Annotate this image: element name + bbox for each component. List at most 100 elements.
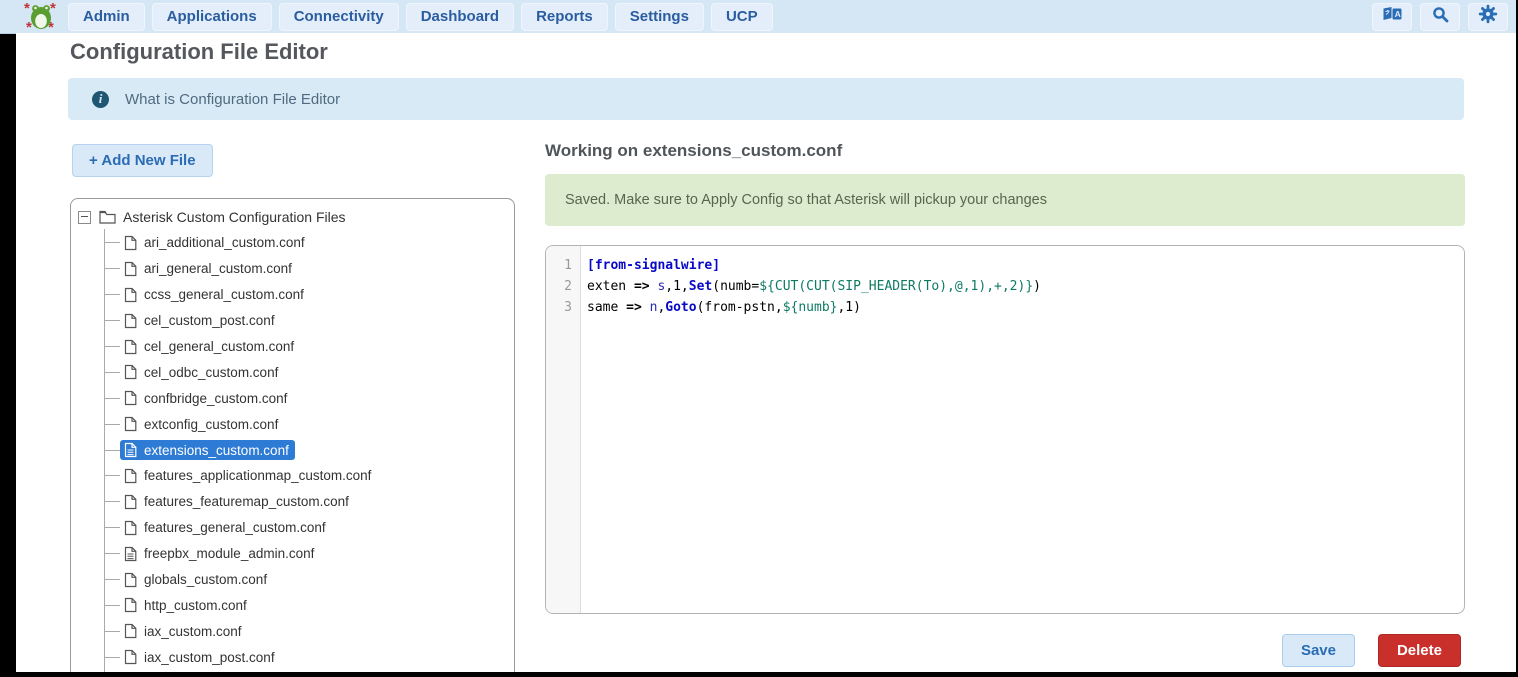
code-line-3: same => n,Goto(from-pstn,${numb},1) xyxy=(587,297,1464,318)
file-name-label: features_featuremap_custom.conf xyxy=(144,494,349,509)
line-number: 1 xyxy=(546,255,580,276)
tree-branch-line xyxy=(104,657,120,658)
tree-branch-line xyxy=(104,398,120,399)
tree-file-ccss_general_custom.conf[interactable]: ccss_general_custom.conf xyxy=(71,282,514,308)
svg-text:*: * xyxy=(26,19,32,31)
tree-file-extensions_custom.conf[interactable]: extensions_custom.conf xyxy=(71,437,514,463)
tree-file-http_custom.conf[interactable]: http_custom.conf xyxy=(71,592,514,618)
file-name-label: features_applicationmap_custom.conf xyxy=(144,468,371,483)
line-number: 3 xyxy=(546,297,580,318)
info-banner[interactable]: i What is Configuration File Editor xyxy=(68,78,1464,120)
tree-file-cel_odbc_custom.conf[interactable]: cel_odbc_custom.conf xyxy=(71,359,514,385)
file-icon xyxy=(124,520,137,536)
tree-branch-line xyxy=(104,605,120,606)
tree-file-freepbx_module_admin.conf[interactable]: freepbx_module_admin.conf xyxy=(71,541,514,567)
tree-file-iax_custom_post.conf[interactable]: iax_custom_post.conf xyxy=(71,644,514,670)
tree-file-features_applicationmap_custom.conf[interactable]: features_applicationmap_custom.conf xyxy=(71,463,514,489)
nav-item-reports[interactable]: Reports xyxy=(521,3,608,31)
tree-file-cel_general_custom.conf[interactable]: cel_general_custom.conf xyxy=(71,334,514,360)
svg-text:A: A xyxy=(1394,9,1400,19)
gear-icon xyxy=(1478,4,1498,29)
file-icon xyxy=(124,390,137,406)
tree-branch-line xyxy=(104,372,120,373)
code-line-2: exten => s,1,Set(numb=${CUT(CUT(SIP_HEAD… xyxy=(587,276,1464,297)
tree-branch-line xyxy=(104,294,120,295)
tree-branch-line xyxy=(104,475,120,476)
tree-file-ari_general_custom.conf[interactable]: ari_general_custom.conf xyxy=(71,256,514,282)
tree-file-features_featuremap_custom.conf[interactable]: features_featuremap_custom.conf xyxy=(71,489,514,515)
file-name-label: features_general_custom.conf xyxy=(144,520,326,535)
tree-branch-line xyxy=(104,320,120,321)
freepbx-logo[interactable]: * * * * xyxy=(24,2,58,31)
editor-code-area[interactable]: [from-signalwire]exten => s,1,Set(numb=$… xyxy=(581,246,1464,613)
file-icon xyxy=(124,623,137,639)
file-icon xyxy=(124,313,137,329)
folder-icon xyxy=(99,210,116,224)
nav-item-connectivity[interactable]: Connectivity xyxy=(279,3,399,31)
translate-button[interactable]: A xyxy=(1372,3,1412,31)
file-name-label: http_custom.conf xyxy=(144,598,247,613)
editor-action-buttons: Save Delete xyxy=(545,634,1465,665)
file-name-label: ccss_general_custom.conf xyxy=(144,287,304,302)
tree-file-iax_custom.conf[interactable]: iax_custom.conf xyxy=(71,618,514,644)
main-content: Configuration File Editor i What is Conf… xyxy=(16,33,1516,672)
nav-item-dashboard[interactable]: Dashboard xyxy=(406,3,514,31)
file-name-label: ari_additional_custom.conf xyxy=(144,235,305,250)
editor-line-numbers: 123 xyxy=(546,246,581,613)
tree-branch-line xyxy=(104,579,120,580)
tree-file-globals_custom.conf[interactable]: globals_custom.conf xyxy=(71,567,514,593)
file-name-label: ari_general_custom.conf xyxy=(144,261,292,276)
file-icon xyxy=(124,261,137,277)
config-file-editor: 123 [from-signalwire]exten => s,1,Set(nu… xyxy=(545,245,1465,614)
saved-alert: Saved. Make sure to Apply Config so that… xyxy=(545,174,1465,226)
nav-item-settings[interactable]: Settings xyxy=(615,3,704,31)
file-icon xyxy=(124,468,137,484)
info-banner-text: What is Configuration File Editor xyxy=(125,91,340,108)
tree-file-cel_custom_post.conf[interactable]: cel_custom_post.conf xyxy=(71,308,514,334)
tree-branch-line xyxy=(104,450,120,451)
nav-item-applications[interactable]: Applications xyxy=(152,3,272,31)
tree-branch-line xyxy=(104,242,120,243)
tree-collapse-icon[interactable] xyxy=(78,211,91,224)
page-title: Configuration File Editor xyxy=(70,39,328,65)
tree-file-confbridge_custom.conf[interactable]: confbridge_custom.conf xyxy=(71,385,514,411)
tree-file-extconfig_custom.conf[interactable]: extconfig_custom.conf xyxy=(71,411,514,437)
tree-file-ari_additional_custom.conf[interactable]: ari_additional_custom.conf xyxy=(71,230,514,256)
file-name-label: extensions_custom.conf xyxy=(144,443,289,458)
file-icon xyxy=(124,339,137,355)
search-button[interactable] xyxy=(1420,3,1460,31)
tree-file-partial[interactable] xyxy=(71,670,514,672)
add-new-file-button[interactable]: + Add New File xyxy=(72,144,213,177)
tree-branch-line xyxy=(104,527,120,528)
svg-text:*: * xyxy=(24,2,30,17)
tree-root-label: Asterisk Custom Configuration Files xyxy=(123,209,346,225)
file-name-label: iax_custom_post.conf xyxy=(144,650,275,665)
line-number: 2 xyxy=(546,276,580,297)
tree-root-node[interactable]: Asterisk Custom Configuration Files xyxy=(71,204,514,230)
file-icon xyxy=(124,494,137,510)
code-line-1: [from-signalwire] xyxy=(587,255,1464,276)
file-icon xyxy=(124,287,137,303)
delete-button[interactable]: Delete xyxy=(1378,634,1461,667)
file-icon xyxy=(124,416,137,432)
tree-file-features_general_custom.conf[interactable]: features_general_custom.conf xyxy=(71,515,514,541)
nav-item-ucp[interactable]: UCP xyxy=(711,3,773,31)
file-icon xyxy=(124,649,137,665)
file-name-label: freepbx_module_admin.conf xyxy=(144,546,314,561)
save-button[interactable]: Save xyxy=(1282,634,1355,667)
nav-item-admin[interactable]: Admin xyxy=(68,3,145,31)
file-name-label: cel_custom_post.conf xyxy=(144,313,275,328)
tree-branch-line xyxy=(104,268,120,269)
tree-branch-line xyxy=(104,424,120,425)
svg-text:*: * xyxy=(50,2,56,17)
tree-branch-line xyxy=(104,631,120,632)
file-icon xyxy=(124,364,137,380)
file-icon xyxy=(124,572,137,588)
working-on-heading: Working on extensions_custom.conf xyxy=(545,141,842,161)
tree-branch-line xyxy=(104,553,120,554)
navbar-right-icons: A xyxy=(1372,3,1508,31)
settings-button[interactable] xyxy=(1468,3,1508,31)
top-navbar: * * * * AdminApplicationsConnectivityDas… xyxy=(0,0,1516,34)
file-name-label: cel_odbc_custom.conf xyxy=(144,365,278,380)
translate-icon: A xyxy=(1382,6,1403,27)
